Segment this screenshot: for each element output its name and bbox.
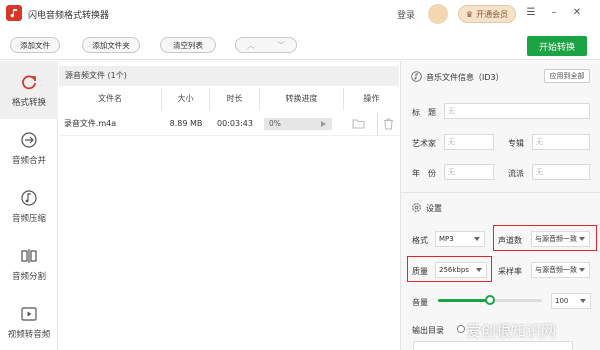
sidebar-item-label: 音频合并 (11, 156, 46, 166)
title-bar: 闪电音频格式转换器 登录 ♛ 开通会员 ☰ – ✕ (0, 0, 600, 28)
toolbar: 添加文件 添加文件夹 清空列表 ︿ ﹀ (0, 28, 600, 60)
chevron-down-icon (474, 237, 480, 241)
volume-label: 音量 (412, 298, 428, 307)
split-icon (19, 246, 39, 266)
sidebar: 格式转换 音频合并 音频压缩 音频分割 视频转音频 (0, 61, 58, 350)
volume-slider-fill (438, 299, 490, 302)
samplerate-select[interactable]: 与源音频一致 (531, 262, 590, 278)
format-value: MP3 (439, 235, 454, 243)
year-field[interactable]: 无 (444, 164, 494, 180)
avatar[interactable] (428, 4, 448, 24)
format-label: 格式 (412, 236, 428, 245)
folder-icon[interactable] (352, 118, 365, 129)
section-divider (401, 192, 600, 193)
play-icon (321, 121, 326, 127)
progress-text: 0% (269, 119, 281, 128)
title-label: 标 题 (412, 108, 436, 117)
file-name: 录音文件.m4a (63, 119, 117, 128)
app-title: 闪电音频格式转换器 (28, 11, 110, 21)
output-path-field[interactable] (413, 341, 573, 350)
right-panel: 音乐文件信息（ID3） 应用到全部 标 题 无 艺术家 无 专辑 无 年 份 无… (400, 61, 600, 350)
settings-section-title: 设置 (411, 202, 442, 215)
trash-icon[interactable] (383, 118, 394, 130)
file-size: 8.89 MB (169, 119, 203, 128)
sidebar-item-audio-compress[interactable]: 音频压缩 (0, 177, 58, 235)
apply-all-button[interactable]: 应用到全部 (544, 69, 590, 83)
column-header-duration: 时长 (210, 88, 260, 110)
move-buttons: ︿ ﹀ (235, 37, 297, 53)
volume-value: 100 (555, 297, 569, 305)
volume-slider[interactable] (438, 295, 542, 305)
music-note-icon (19, 188, 39, 208)
gear-icon (411, 202, 422, 215)
highlight-box-channels (493, 225, 597, 251)
move-up-icon[interactable]: ︿ (236, 38, 266, 52)
artist-label: 艺术家 (412, 139, 436, 148)
close-icon[interactable]: ✕ (572, 8, 582, 18)
sidebar-item-label: 音频压缩 (11, 214, 46, 224)
volume-slider-handle[interactable] (485, 295, 495, 305)
chevron-down-icon (580, 299, 586, 303)
music-icon (411, 71, 422, 84)
refresh-icon (19, 72, 39, 92)
genre-field[interactable]: 无 (532, 164, 590, 180)
genre-label: 流派 (508, 169, 524, 178)
sidebar-item-audio-split[interactable]: 音频分割 (0, 235, 58, 293)
year-label: 年 份 (412, 169, 436, 178)
sidebar-item-format-convert[interactable]: 格式转换 (0, 61, 58, 119)
title-field[interactable]: 无 (444, 103, 590, 119)
output-label: 输出目录 (412, 326, 444, 335)
album-field[interactable]: 无 (532, 134, 590, 150)
move-down-icon[interactable]: ﹀ (266, 38, 296, 52)
add-folder-button[interactable]: 添加文件夹 (82, 37, 140, 53)
sidebar-item-audio-merge[interactable]: 音频合并 (0, 119, 58, 177)
id3-section-title: 音乐文件信息（ID3） (411, 71, 504, 84)
crown-icon: ♛ (465, 9, 474, 19)
id3-title: 音乐文件信息（ID3） (426, 73, 504, 82)
minimize-icon[interactable]: – (549, 8, 559, 18)
album-label: 专辑 (508, 139, 524, 148)
artist-field[interactable]: 无 (444, 134, 494, 150)
vip-button[interactable]: ♛ 开通会员 (458, 5, 516, 23)
add-file-button[interactable]: 添加文件 (10, 37, 60, 53)
volume-input[interactable]: 100 (551, 293, 591, 309)
column-header-actions: 操作 (363, 94, 380, 103)
clear-list-button[interactable]: 清空列表 (160, 37, 216, 53)
column-header-name: 文件名 (59, 88, 162, 110)
file-list-title: 源音频文件 (1个) (59, 66, 399, 86)
app-logo-icon (6, 5, 22, 21)
table-row[interactable]: 录音文件.m4a 8.89 MB 00:03:43 0% (59, 112, 399, 136)
login-link[interactable]: 登录 (397, 8, 415, 21)
action-divider (377, 113, 378, 135)
samplerate-value: 与源音频一致 (535, 266, 577, 274)
highlight-box-quality (407, 256, 492, 282)
sidebar-item-label: 视频转音频 (7, 330, 51, 340)
start-convert-button[interactable]: 开始转换 (527, 36, 587, 56)
progress-bar: 0% (264, 118, 332, 130)
file-duration: 00:03:43 (217, 119, 253, 128)
samplerate-label: 采样率 (498, 267, 522, 276)
file-list-panel: 源音频文件 (1个) 文件名 大小 时长 转换进度 操作 录音文件.m4a 8.… (59, 61, 399, 350)
sidebar-item-video-to-audio[interactable]: 视频转音频 (0, 293, 58, 350)
sidebar-item-label: 音频分割 (11, 272, 46, 282)
chevron-down-icon (579, 268, 585, 272)
vip-button-label: 开通会员 (476, 9, 509, 19)
watermark: 爱创根知识网 (466, 322, 557, 340)
column-header-progress: 转换进度 (260, 88, 344, 110)
sidebar-item-label: 格式转换 (11, 98, 46, 108)
settings-title: 设置 (426, 204, 442, 213)
column-header-size: 大小 (162, 88, 210, 110)
menu-icon[interactable]: ☰ (526, 8, 536, 18)
merge-icon (19, 130, 39, 150)
output-radio[interactable] (457, 325, 465, 333)
video-play-icon (19, 304, 39, 324)
format-select[interactable]: MP3 (435, 231, 485, 247)
